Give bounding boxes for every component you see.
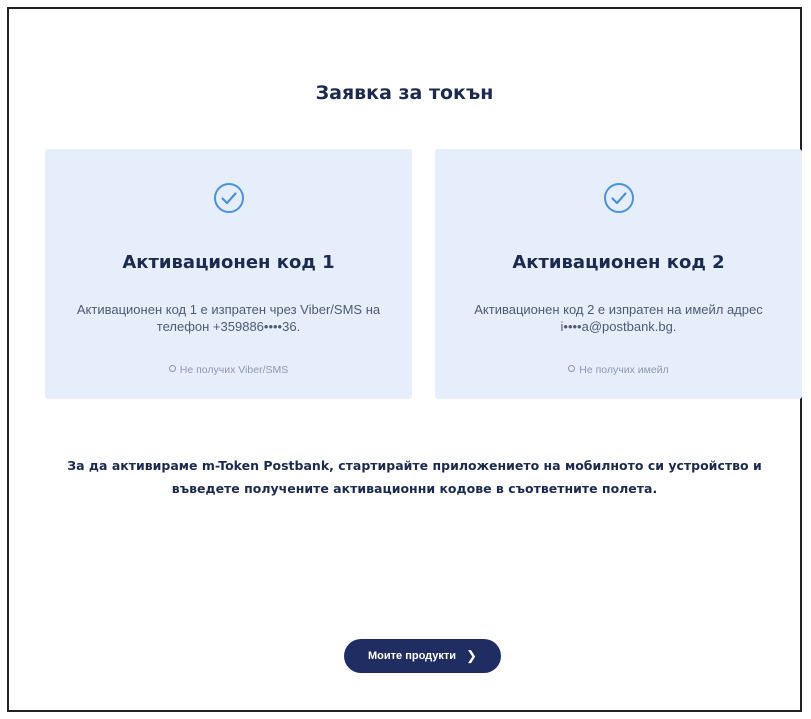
- resend-email-link[interactable]: Не получих имейл: [435, 364, 802, 376]
- activation-code-1-card: Активационен код 1 Активационен код 1 е …: [45, 149, 412, 399]
- page-frame: Заявка за токън Активационен код 1 Актив…: [7, 7, 802, 712]
- activation-code-2-description: Активационен код 2 е изпратен на имейл а…: [474, 302, 763, 334]
- radio-dot-icon: [568, 365, 576, 372]
- chevron-right-icon: ❯: [466, 648, 477, 663]
- activation-code-1-title: Активационен код 1: [122, 252, 335, 273]
- check-circle-icon: [603, 183, 634, 213]
- my-products-label: Моите продукти: [368, 650, 457, 662]
- resend-viber-sms-label: Не получих Viber/SMS: [179, 364, 289, 376]
- check-circle-icon: [213, 183, 244, 213]
- activation-code-2-card: Активационен код 2 Активационен код 2 е …: [435, 149, 802, 399]
- activation-code-1-description: Активационен код 1 е изпратен чрез Viber…: [76, 302, 381, 334]
- radio-dot-icon: [168, 365, 176, 372]
- resend-email-label: Не получих имейл: [579, 364, 669, 376]
- page-title: Заявка за токън: [315, 82, 494, 104]
- my-products-button[interactable]: Моите продукти ❯: [344, 639, 501, 673]
- activation-code-2-title: Активационен код 2: [512, 252, 725, 273]
- resend-viber-sms-link[interactable]: Не получих Viber/SMS: [45, 364, 412, 376]
- activation-instructions: За да активираме m-Token Postbank, старт…: [67, 458, 762, 496]
